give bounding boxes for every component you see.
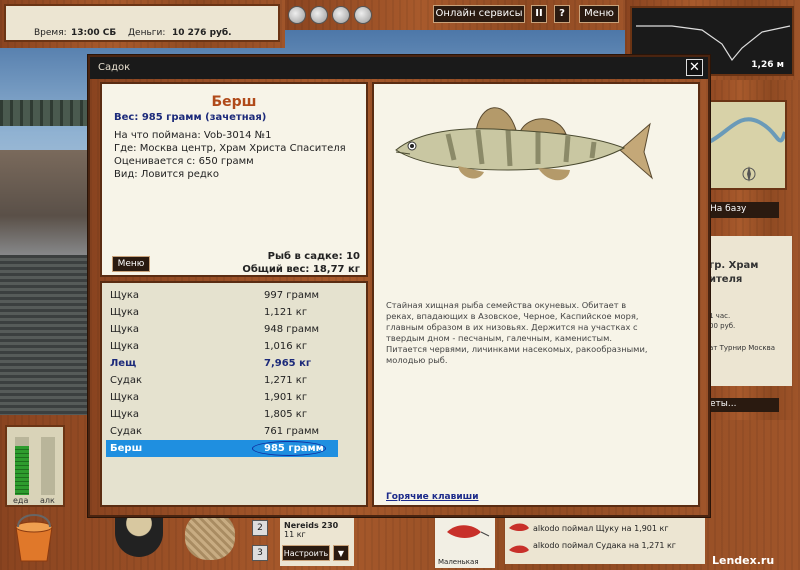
catch-name: Судак bbox=[110, 426, 142, 437]
dialog-titlebar: Садок bbox=[90, 57, 708, 79]
catch-list-item[interactable]: Судак 761 грамм bbox=[106, 423, 338, 440]
hook-icon[interactable] bbox=[310, 6, 328, 24]
catch-list-item[interactable]: Щука 1,901 кг bbox=[106, 389, 338, 406]
tackle-weight: 11 кг bbox=[284, 530, 306, 539]
cage-dialog: Садок ✕ Берш Вес: 985 грамм (зачетная) Н… bbox=[88, 55, 710, 517]
hook-icon[interactable] bbox=[332, 6, 350, 24]
tackle-name: Nereids 230 bbox=[284, 521, 339, 530]
catch-name: Щука bbox=[110, 290, 140, 301]
alcohol-meter bbox=[41, 437, 55, 495]
catch-list-item[interactable]: Щука 997 грамм bbox=[106, 287, 338, 304]
log-line-1: alkodo поймал Щуку на 1,901 кг bbox=[533, 524, 669, 533]
pause-button[interactable]: II bbox=[531, 5, 547, 23]
catch-list-item[interactable]: Лещ 7,965 кг bbox=[106, 355, 338, 372]
background-bridge bbox=[0, 100, 90, 126]
hook-icon[interactable] bbox=[354, 6, 372, 24]
catch-weight: 1,271 кг bbox=[264, 375, 308, 386]
money-value: 10 276 руб. bbox=[172, 28, 232, 38]
catch-list-item[interactable]: Щука 1,121 кг bbox=[106, 304, 338, 321]
catch-weight: 761 грамм bbox=[264, 426, 320, 437]
catch-log-panel: alkodo поймал Щуку на 1,901 кг alkodo по… bbox=[505, 516, 705, 564]
catch-list-item[interactable]: Щука 1,016 кг bbox=[106, 338, 338, 355]
catch-name: Берш bbox=[110, 443, 143, 454]
hook-icon[interactable] bbox=[288, 6, 306, 24]
sack-icon[interactable] bbox=[185, 512, 235, 560]
catch-name: Судак bbox=[110, 375, 142, 386]
fish-value: Оценивается с: 650 грамм bbox=[114, 156, 254, 167]
fish-location: Где: Москва центр, Храм Христа Спасителя bbox=[114, 143, 346, 154]
catch-list-item-selected[interactable]: Берш 985 грамм bbox=[106, 440, 338, 457]
close-button[interactable]: ✕ bbox=[686, 59, 703, 76]
slot-number-2[interactable]: 3 bbox=[252, 545, 268, 561]
place-title-1: гр. Храм bbox=[709, 260, 759, 271]
time-value: 13:00 СБ bbox=[71, 28, 117, 38]
menu-top-button[interactable]: Меню bbox=[579, 5, 619, 23]
place-title-2: ителя bbox=[709, 274, 743, 285]
info-line-2: 00 руб. bbox=[709, 322, 736, 330]
info-line-3: ат Турнир Москва bbox=[709, 344, 776, 352]
catch-weight: 1,901 кг bbox=[264, 392, 308, 403]
money-label: Деньги: bbox=[128, 28, 166, 38]
fish-caught-with: На что поймана: Vob-3014 №1 bbox=[114, 130, 272, 141]
time-label: Время: bbox=[34, 28, 67, 38]
food-label: еда bbox=[13, 496, 29, 505]
catch-name: Щука bbox=[110, 409, 140, 420]
bucket-icon[interactable] bbox=[10, 513, 58, 565]
catch-weight: 1,805 кг bbox=[264, 409, 308, 420]
catch-weight: 997 грамм bbox=[264, 290, 320, 301]
fish-rarity: Вид: Ловится редко bbox=[114, 169, 219, 180]
fish-weight: Вес: 985 грамм (зачетная) bbox=[114, 112, 267, 123]
fish-log-icon bbox=[509, 523, 529, 553]
lure-label: Маленькая bbox=[438, 558, 479, 566]
menu-button[interactable]: Меню bbox=[112, 256, 150, 272]
fish-description-panel: Стайная хищная рыба семейства окуневых. … bbox=[372, 82, 700, 507]
cage-weight: Общий вес: 18,77 кг bbox=[242, 264, 360, 275]
cage-count: Рыб в садке: 10 bbox=[267, 251, 360, 262]
depth-value: 1,26 м bbox=[751, 60, 784, 70]
lure-icon bbox=[447, 525, 490, 538]
tune-dropdown-arrow[interactable]: ▼ bbox=[333, 545, 349, 561]
alcohol-label: алк bbox=[40, 496, 55, 505]
catch-weight: 948 грамм bbox=[264, 324, 320, 335]
catch-list-item[interactable]: Щука 1,805 кг bbox=[106, 406, 338, 423]
help-button[interactable]: ? bbox=[554, 5, 570, 23]
meters-panel: еда алк bbox=[5, 425, 65, 507]
catch-name: Лещ bbox=[110, 358, 137, 369]
catch-list-item[interactable]: Судак 1,271 кг bbox=[106, 372, 338, 389]
highlight-circle bbox=[252, 441, 326, 456]
river-map bbox=[708, 117, 787, 182]
catch-name: Щука bbox=[110, 324, 140, 335]
catch-list-panel: Щука 997 грамм Щука 1,121 кг Щука 948 грамм… bbox=[100, 281, 368, 507]
fish-info-panel: Берш Вес: 985 грамм (зачетная) На что по… bbox=[100, 82, 368, 277]
food-meter bbox=[15, 437, 29, 495]
catch-name: Щука bbox=[110, 341, 140, 352]
fish-description: Стайная хищная рыба семейства окуневых. … bbox=[386, 300, 648, 365]
tune-button[interactable]: Настроить bbox=[282, 545, 330, 561]
watermark: Lendex.ru bbox=[712, 554, 775, 567]
food-meter-fill bbox=[15, 445, 29, 495]
location-info-panel: гр. Храм ителя 1 час. 00 руб. ат Турнир … bbox=[707, 236, 792, 386]
catch-weight: 1,121 кг bbox=[264, 307, 308, 318]
catch-weight: 7,965 кг bbox=[264, 358, 312, 369]
catch-list-item[interactable]: Щука 948 грамм bbox=[106, 321, 338, 338]
catch-weight: 1,016 кг bbox=[264, 341, 308, 352]
online-services-button[interactable]: Онлайн сервисы bbox=[433, 5, 525, 23]
info-line-1: 1 час. bbox=[709, 312, 731, 320]
fish-image bbox=[395, 107, 653, 181]
dialog-title: Садок bbox=[98, 62, 131, 73]
fish-name: Берш bbox=[211, 94, 257, 110]
background-city bbox=[0, 150, 95, 260]
hotkeys-link[interactable]: Горячие клавиши bbox=[386, 492, 479, 502]
to-base-button[interactable]: На базу bbox=[707, 202, 779, 218]
chat-button[interactable]: еты... bbox=[707, 398, 779, 412]
log-line-2: alkodo поймал Судака на 1,271 кг bbox=[533, 541, 676, 550]
status-panel: Время: 13:00 СБ Деньги: 10 276 руб. bbox=[4, 4, 280, 42]
catch-name: Щука bbox=[110, 392, 140, 403]
catch-name: Щука bbox=[110, 307, 140, 318]
map-panel[interactable] bbox=[707, 100, 787, 190]
slot-number-1[interactable]: 2 bbox=[252, 520, 268, 536]
